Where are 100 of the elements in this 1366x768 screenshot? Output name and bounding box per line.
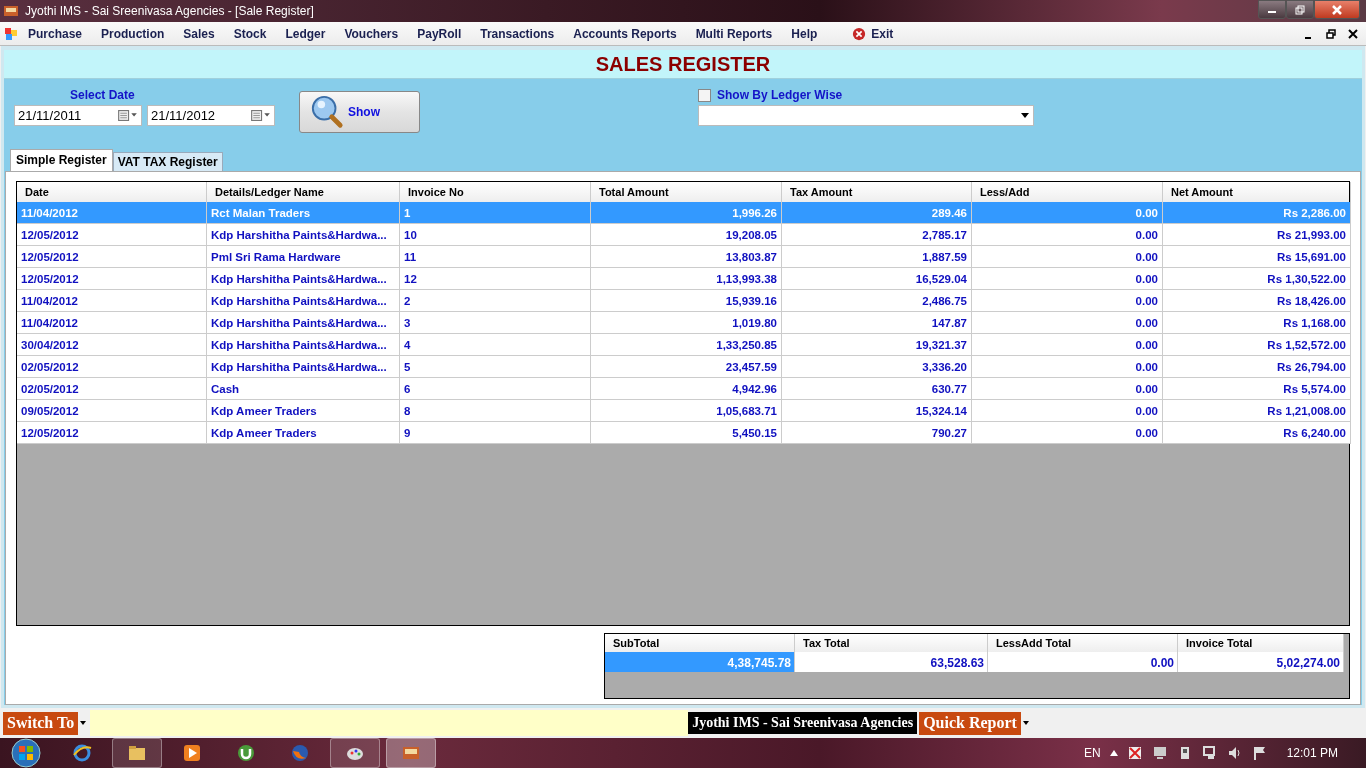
- menu-item[interactable]: Stock: [233, 26, 267, 41]
- table-cell: 0.00: [972, 400, 1163, 423]
- date-picker[interactable]: 21/11/2012: [147, 105, 275, 127]
- table-cell: 15,324.14: [782, 400, 972, 423]
- total-cell: 5,02,274.00: [1178, 652, 1344, 673]
- clock[interactable]: 12:01 PM: [1286, 746, 1338, 760]
- table-cell: 0.00: [972, 422, 1163, 445]
- flag-icon[interactable]: [1251, 745, 1268, 761]
- table-cell: 12/05/2012: [17, 422, 207, 445]
- table-cell: Rs 1,30,522.00: [1163, 268, 1351, 291]
- table-row[interactable]: 12/05/2012 Kdp Harshitha Paints&Hardwa... 12 1,13,993.38 16,529.04 0.00 Rs 1,30,522.00: [17, 268, 1349, 291]
- flag-warning-icon[interactable]: [1126, 745, 1143, 761]
- menu-item[interactable]: Help: [791, 26, 818, 41]
- tab[interactable]: VAT TAX Register: [112, 152, 223, 172]
- table-cell: 2,785.17: [782, 224, 972, 247]
- menu-item[interactable]: Production: [101, 26, 165, 41]
- table-cell: 0.00: [972, 312, 1163, 335]
- table-cell: Rs 15,691.00: [1163, 246, 1351, 269]
- table-cell: Kdp Harshitha Paints&Hardwa...: [207, 224, 400, 247]
- table-cell: Rct Malan Traders: [207, 202, 400, 225]
- close-button[interactable]: [1314, 0, 1360, 19]
- switch-to-field[interactable]: [90, 710, 689, 737]
- table-cell: 9: [400, 422, 591, 445]
- quick-report-button[interactable]: Quick Report: [919, 711, 1021, 735]
- app-menu-icon[interactable]: [4, 26, 18, 41]
- restore-icon[interactable]: [1326, 28, 1336, 39]
- table-row[interactable]: 09/05/2012 Kdp Ameer Traders 8 1,05,683.71 15,324.14 0.00 Rs 1,21,008.00: [17, 400, 1349, 423]
- table-cell: 1,887.59: [782, 246, 972, 269]
- close-icon: [852, 26, 867, 41]
- table-cell: 12: [400, 268, 591, 291]
- table-cell: 0.00: [972, 246, 1163, 269]
- calendar-icon: [118, 110, 138, 122]
- table-row[interactable]: 12/05/2012 Pml Sri Rama Hardware 11 13,803.87 1,887.59 0.00 Rs 15,691.00: [17, 246, 1349, 269]
- table-row[interactable]: 12/05/2012 Kdp Harshitha Paints&Hardwa... 10 19,208.05 2,785.17 0.00 Rs 21,993.00: [17, 224, 1349, 247]
- tab[interactable]: Simple Register: [10, 149, 113, 172]
- taskbar-button[interactable]: [330, 738, 380, 768]
- table-cell: 19,321.37: [782, 334, 972, 357]
- switch-to-button[interactable]: Switch To: [3, 711, 79, 735]
- menu-item[interactable]: PayRoll: [417, 26, 462, 41]
- caret-icon[interactable]: [80, 721, 87, 726]
- table-cell: 13,803.87: [591, 246, 782, 269]
- table-row[interactable]: 02/05/2012 Cash 6 4,942.96 630.77 0.00 Rs 5,574.00: [17, 378, 1349, 401]
- table-cell: 2: [400, 290, 591, 313]
- table-cell: Rs 2,286.00: [1163, 202, 1351, 225]
- minimize-button[interactable]: [1258, 0, 1286, 19]
- table-cell: 2,486.75: [782, 290, 972, 313]
- menu-item[interactable]: Vouchers: [344, 26, 399, 41]
- checkbox[interactable]: [698, 88, 711, 102]
- speaker-icon[interactable]: [1226, 745, 1243, 761]
- exit-menu-item[interactable]: Exit: [871, 26, 894, 41]
- restore-button[interactable]: [1286, 0, 1314, 19]
- table-row[interactable]: 02/05/2012 Kdp Harshitha Paints&Hardwa... 5 23,457.59 3,336.20 0.00 Rs 26,794.00: [17, 356, 1349, 379]
- table-cell: Kdp Ameer Traders: [207, 422, 400, 445]
- table-cell: Kdp Harshitha Paints&Hardwa...: [207, 356, 400, 379]
- table-cell: 147.87: [782, 312, 972, 335]
- select-date-label: Select Date: [70, 88, 135, 103]
- play-icon: [182, 743, 202, 763]
- table-row[interactable]: 12/05/2012 Kdp Ameer Traders 9 5,450.15 790.27 0.00 Rs 6,240.00: [17, 422, 1349, 445]
- checkbox-label: Show By Ledger Wise: [717, 88, 843, 103]
- caret-icon[interactable]: [1022, 721, 1029, 726]
- date-picker[interactable]: 21/11/2011: [14, 105, 142, 127]
- monitor-icon[interactable]: [1151, 745, 1168, 761]
- taskbar-button[interactable]: [112, 738, 162, 768]
- table-cell: 1,019.80: [591, 312, 782, 335]
- table-cell: 8: [400, 400, 591, 423]
- menu-item[interactable]: Ledger: [285, 26, 326, 41]
- network-icon[interactable]: [1201, 745, 1218, 761]
- table-cell: Kdp Harshitha Paints&Hardwa...: [207, 290, 400, 313]
- table-row[interactable]: 30/04/2012 Kdp Harshitha Paints&Hardwa... 4 1,33,250.85 19,321.37 0.00 Rs 1,52,572.00: [17, 334, 1349, 357]
- total-cell: 63,528.63: [795, 652, 988, 673]
- close-icon[interactable]: [1348, 28, 1358, 39]
- menu-item[interactable]: Multi Reports: [695, 26, 773, 41]
- column-header: Tax Total: [795, 634, 988, 653]
- table-cell: 4: [400, 334, 591, 357]
- table-cell: Rs 1,21,008.00: [1163, 400, 1351, 423]
- show-button[interactable]: Show: [299, 91, 420, 134]
- table-cell: 289.46: [782, 202, 972, 225]
- language-indicator[interactable]: EN: [1083, 746, 1101, 760]
- menu-item[interactable]: Accounts Reports: [573, 26, 677, 41]
- show-hidden-icons-icon[interactable]: [1109, 750, 1118, 756]
- table-cell: 3,336.20: [782, 356, 972, 379]
- column-header: Invoice Total: [1178, 634, 1344, 653]
- menu-item[interactable]: Sales: [183, 26, 215, 41]
- globe-icon: [72, 743, 92, 763]
- menu-item[interactable]: Purchase: [28, 26, 83, 41]
- table-cell: Kdp Harshitha Paints&Hardwa...: [207, 334, 400, 357]
- table-cell: 1,33,250.85: [591, 334, 782, 357]
- table-cell: 02/05/2012: [17, 378, 207, 401]
- table-cell: 09/05/2012: [17, 400, 207, 423]
- table-cell: Rs 18,426.00: [1163, 290, 1351, 313]
- menu-item[interactable]: Transactions: [480, 26, 555, 41]
- total-cell: 4,38,745.78: [605, 652, 795, 673]
- table-row[interactable]: 11/04/2012 Kdp Harshitha Paints&Hardwa... 2 15,939.16 2,486.75 0.00 Rs 18,426.00: [17, 290, 1349, 313]
- table-cell: Pml Sri Rama Hardware: [207, 246, 400, 269]
- table-row[interactable]: 11/04/2012 Kdp Harshitha Paints&Hardwa... 3 1,019.80 147.87 0.00 Rs 1,168.00: [17, 312, 1349, 335]
- table-cell: 15,939.16: [591, 290, 782, 313]
- table-cell: 12/05/2012: [17, 246, 207, 269]
- table-cell: 0.00: [972, 334, 1163, 357]
- table-cell: 0.00: [972, 224, 1163, 247]
- table-cell: 12/05/2012: [17, 268, 207, 291]
